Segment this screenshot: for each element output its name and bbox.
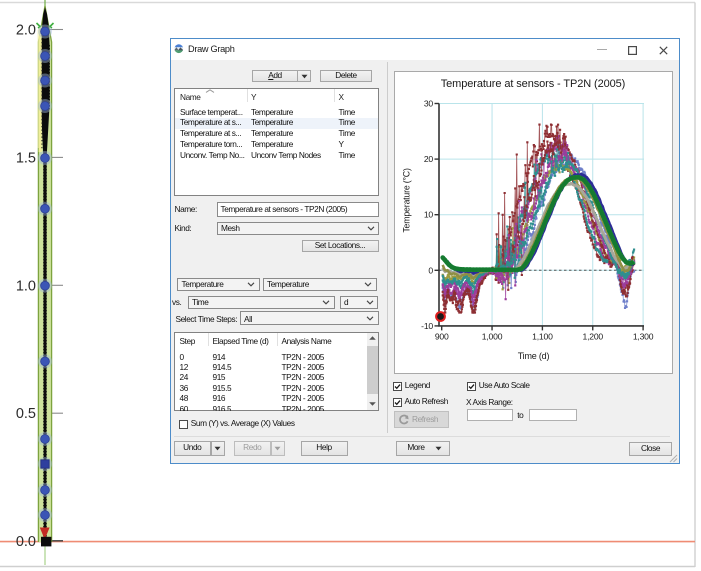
svg-text:30: 30: [423, 98, 433, 108]
svg-text:0.5: 0.5: [16, 406, 36, 422]
svg-text:1,200: 1,200: [582, 331, 603, 341]
svg-text:2.0: 2.0: [16, 23, 36, 39]
svg-text:Time (d): Time (d): [517, 351, 549, 361]
svg-text:0: 0: [428, 265, 433, 275]
svg-text:0.0: 0.0: [16, 534, 36, 550]
svg-text:10: 10: [423, 209, 433, 219]
svg-text:1.5: 1.5: [16, 150, 36, 166]
svg-text:900: 900: [434, 331, 448, 341]
svg-text:1,000: 1,000: [481, 331, 502, 341]
svg-text:20: 20: [423, 154, 433, 164]
svg-text:1,100: 1,100: [532, 331, 553, 341]
svg-text:1,300: 1,300: [632, 331, 653, 341]
svg-text:-10: -10: [421, 320, 433, 330]
svg-text:Temperature at sensors - TP2N: Temperature at sensors - TP2N (2005): [440, 77, 625, 89]
svg-text:1.0: 1.0: [16, 278, 36, 294]
svg-text:Temperature (°C): Temperature (°C): [401, 168, 411, 233]
